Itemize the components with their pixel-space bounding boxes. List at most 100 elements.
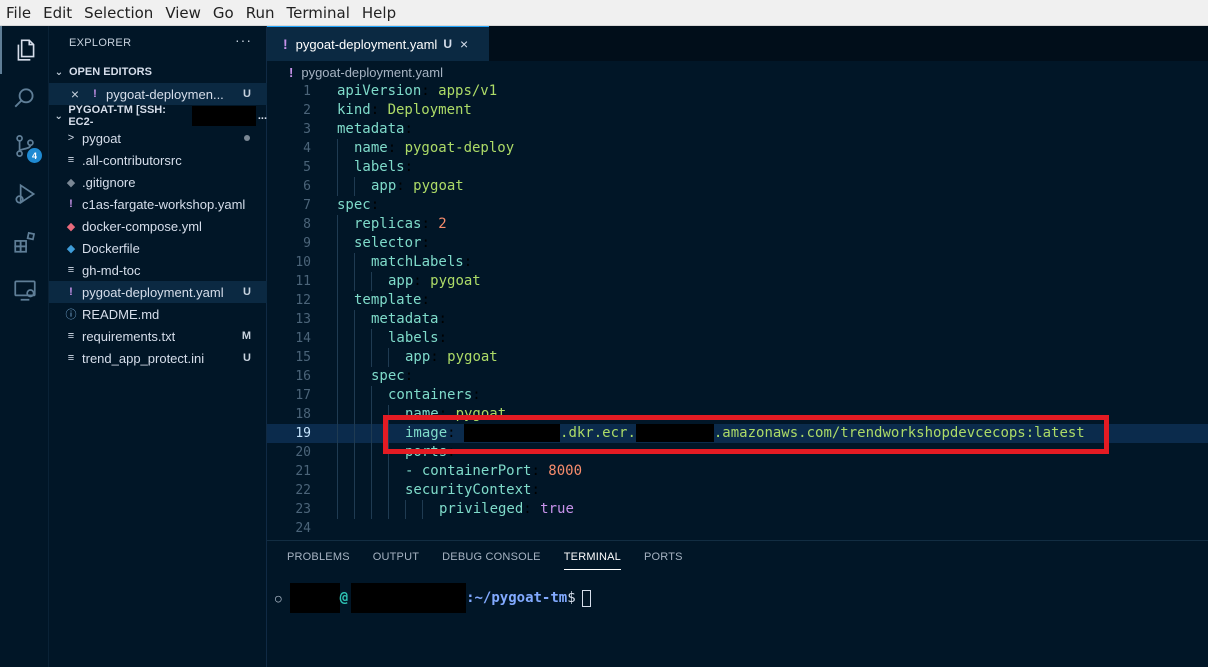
code-line: 8 replicas: 2 [267,215,1208,234]
file-status: U [243,352,251,364]
menu-terminal[interactable]: Terminal [281,0,356,26]
line-number: 7 [303,198,311,213]
file-all-contributorsrc[interactable]: ≡ .all-contributorsrc [49,149,267,171]
close-tab-icon[interactable]: × [460,36,468,52]
menu-run[interactable]: Run [240,0,281,26]
highlight-annotation-box [383,415,1109,454]
file-dockerfile[interactable]: ◆ Dockerfile [49,237,267,259]
menu-help[interactable]: Help [356,0,402,26]
text-file-icon: ≡ [67,154,75,166]
menu-file[interactable]: File [0,0,37,26]
file-name: pygoat-deployment.yaml [82,284,224,300]
code-line: 11 app: pygoat [267,272,1208,291]
line-number: 4 [303,141,311,156]
line-number: 12 [295,293,311,308]
run-debug-icon[interactable] [0,170,49,218]
file-name: .all-contributorsrc [82,152,182,168]
redacted-block [351,583,467,613]
tab-debug-console[interactable]: DEBUG CONSOLE [442,551,541,570]
code-line: 9 selector: [267,234,1208,253]
yaml-file-icon: ! [283,36,288,52]
source-control-icon[interactable]: 4 [0,122,49,170]
code-line: 22 securityContext: [267,481,1208,500]
panel-tabs: PROBLEMS OUTPUT DEBUG CONSOLE TERMINAL P… [287,551,706,570]
open-editors-section[interactable]: ⌄ OPEN EDITORS [49,61,267,83]
tab-problems[interactable]: PROBLEMS [287,551,350,570]
file-pygoat-deployment[interactable]: ! pygoat-deployment.yaml U [49,281,267,303]
file-requirements[interactable]: ≡ requirements.txt M [49,325,267,347]
code-line: 4 name: pygoat-deploy [267,139,1208,158]
code-line: 16 spec: [267,367,1208,386]
more-actions-icon[interactable]: ··· [235,32,252,48]
line-number: 24 [295,521,311,536]
tab-output[interactable]: OUTPUT [373,551,419,570]
line-number: 10 [295,255,311,270]
yaml-file-icon: ! [93,88,97,100]
line-number: 5 [303,160,311,175]
menu-edit[interactable]: Edit [37,0,78,26]
line-number: 13 [295,312,311,327]
workspace-section[interactable]: ⌄ PYGOAT-TM [SSH: EC2- ... [49,104,267,128]
code-line: 23 privileged: true [267,500,1208,519]
workspace-suffix: ... [257,110,267,122]
file-gitignore[interactable]: ◆ .gitignore [49,171,267,193]
prompt-symbol: $ [567,590,576,606]
file-status: U [243,286,251,298]
code-line: 6 app: pygoat [267,177,1208,196]
line-number: 1 [303,84,311,99]
tab-terminal[interactable]: TERMINAL [563,551,621,570]
file-name: docker-compose.yml [82,218,202,234]
bottom-panel: PROBLEMS OUTPUT DEBUG CONSOLE TERMINAL P… [267,540,1208,667]
remote-explorer-icon[interactable] [0,266,49,314]
code-line: 24 [267,519,1208,538]
text-file-icon: ≡ [67,330,75,342]
code-line: 2 kind: Deployment [267,101,1208,120]
folder-pygoat[interactable]: > pygoat [49,127,267,149]
tab-pygoat-deployment[interactable]: ! pygoat-deployment.yaml U × [267,26,489,61]
explorer-sidebar: EXPLORER ··· ⌄ OPEN EDITORS × ! pygoat-d… [49,26,267,667]
file-gh-md-toc[interactable]: ≡ gh-md-toc [49,259,267,281]
extensions-icon[interactable] [0,218,49,266]
search-icon[interactable] [0,74,49,122]
code-line: 15 app: pygoat [267,348,1208,367]
file-c1as-fargate-workshop[interactable]: ! c1as-fargate-workshop.yaml [49,193,267,215]
editor-tab-bar: ! pygoat-deployment.yaml U × [267,26,1208,61]
close-icon[interactable]: × [49,86,79,102]
activity-bar: 4 [0,26,49,667]
line-number: 19 [295,426,311,441]
code-editor[interactable]: 1 apiVersion: apps/v1 2 kind: Deployment 3… [267,82,1208,540]
terminal-prompt[interactable]: ○ @ :~/pygoat-tm $ [275,583,591,613]
docker-icon: ◆ [66,242,76,255]
chevron-down-icon: ⌄ [54,110,63,122]
menu-view[interactable]: View [159,0,207,26]
menu-go[interactable]: Go [207,0,240,26]
file-docker-compose[interactable]: ◆ docker-compose.yml [49,215,267,237]
explorer-icon[interactable] [0,26,49,74]
open-editor-item[interactable]: × ! pygoat-deploymen... U [49,83,267,105]
open-editor-status: U [243,88,251,100]
explorer-title: EXPLORER [69,37,132,49]
tab-label: pygoat-deployment.yaml [295,36,438,52]
workspace-label: PYGOAT-TM [SSH: EC2- [68,104,166,128]
file-name: requirements.txt [82,328,176,344]
code-line: 10 matchLabels: [267,253,1208,272]
yaml-file-icon: ! [289,64,294,80]
redacted-block [289,583,340,613]
menu-selection[interactable]: Selection [78,0,159,26]
code-line: 1 apiVersion: apps/v1 [267,82,1208,101]
line-number: 11 [295,274,311,289]
file-trend-app-protect[interactable]: ≡ trend_app_protect.ini U [49,347,267,369]
line-number: 2 [303,103,311,118]
docker-compose-icon: ◆ [66,220,76,233]
chevron-down-icon: ⌄ [54,66,64,78]
line-number: 9 [303,236,311,251]
line-number: 14 [295,331,311,346]
file-name: Dockerfile [82,240,140,256]
scm-badge: 4 [27,148,42,163]
line-number: 20 [295,445,311,460]
breadcrumb-file[interactable]: pygoat-deployment.yaml [301,65,443,80]
line-number: 21 [295,464,311,479]
line-number: 18 [295,407,311,422]
tab-ports[interactable]: PORTS [644,551,683,570]
file-readme[interactable]: ⓘ README.md [49,303,267,325]
